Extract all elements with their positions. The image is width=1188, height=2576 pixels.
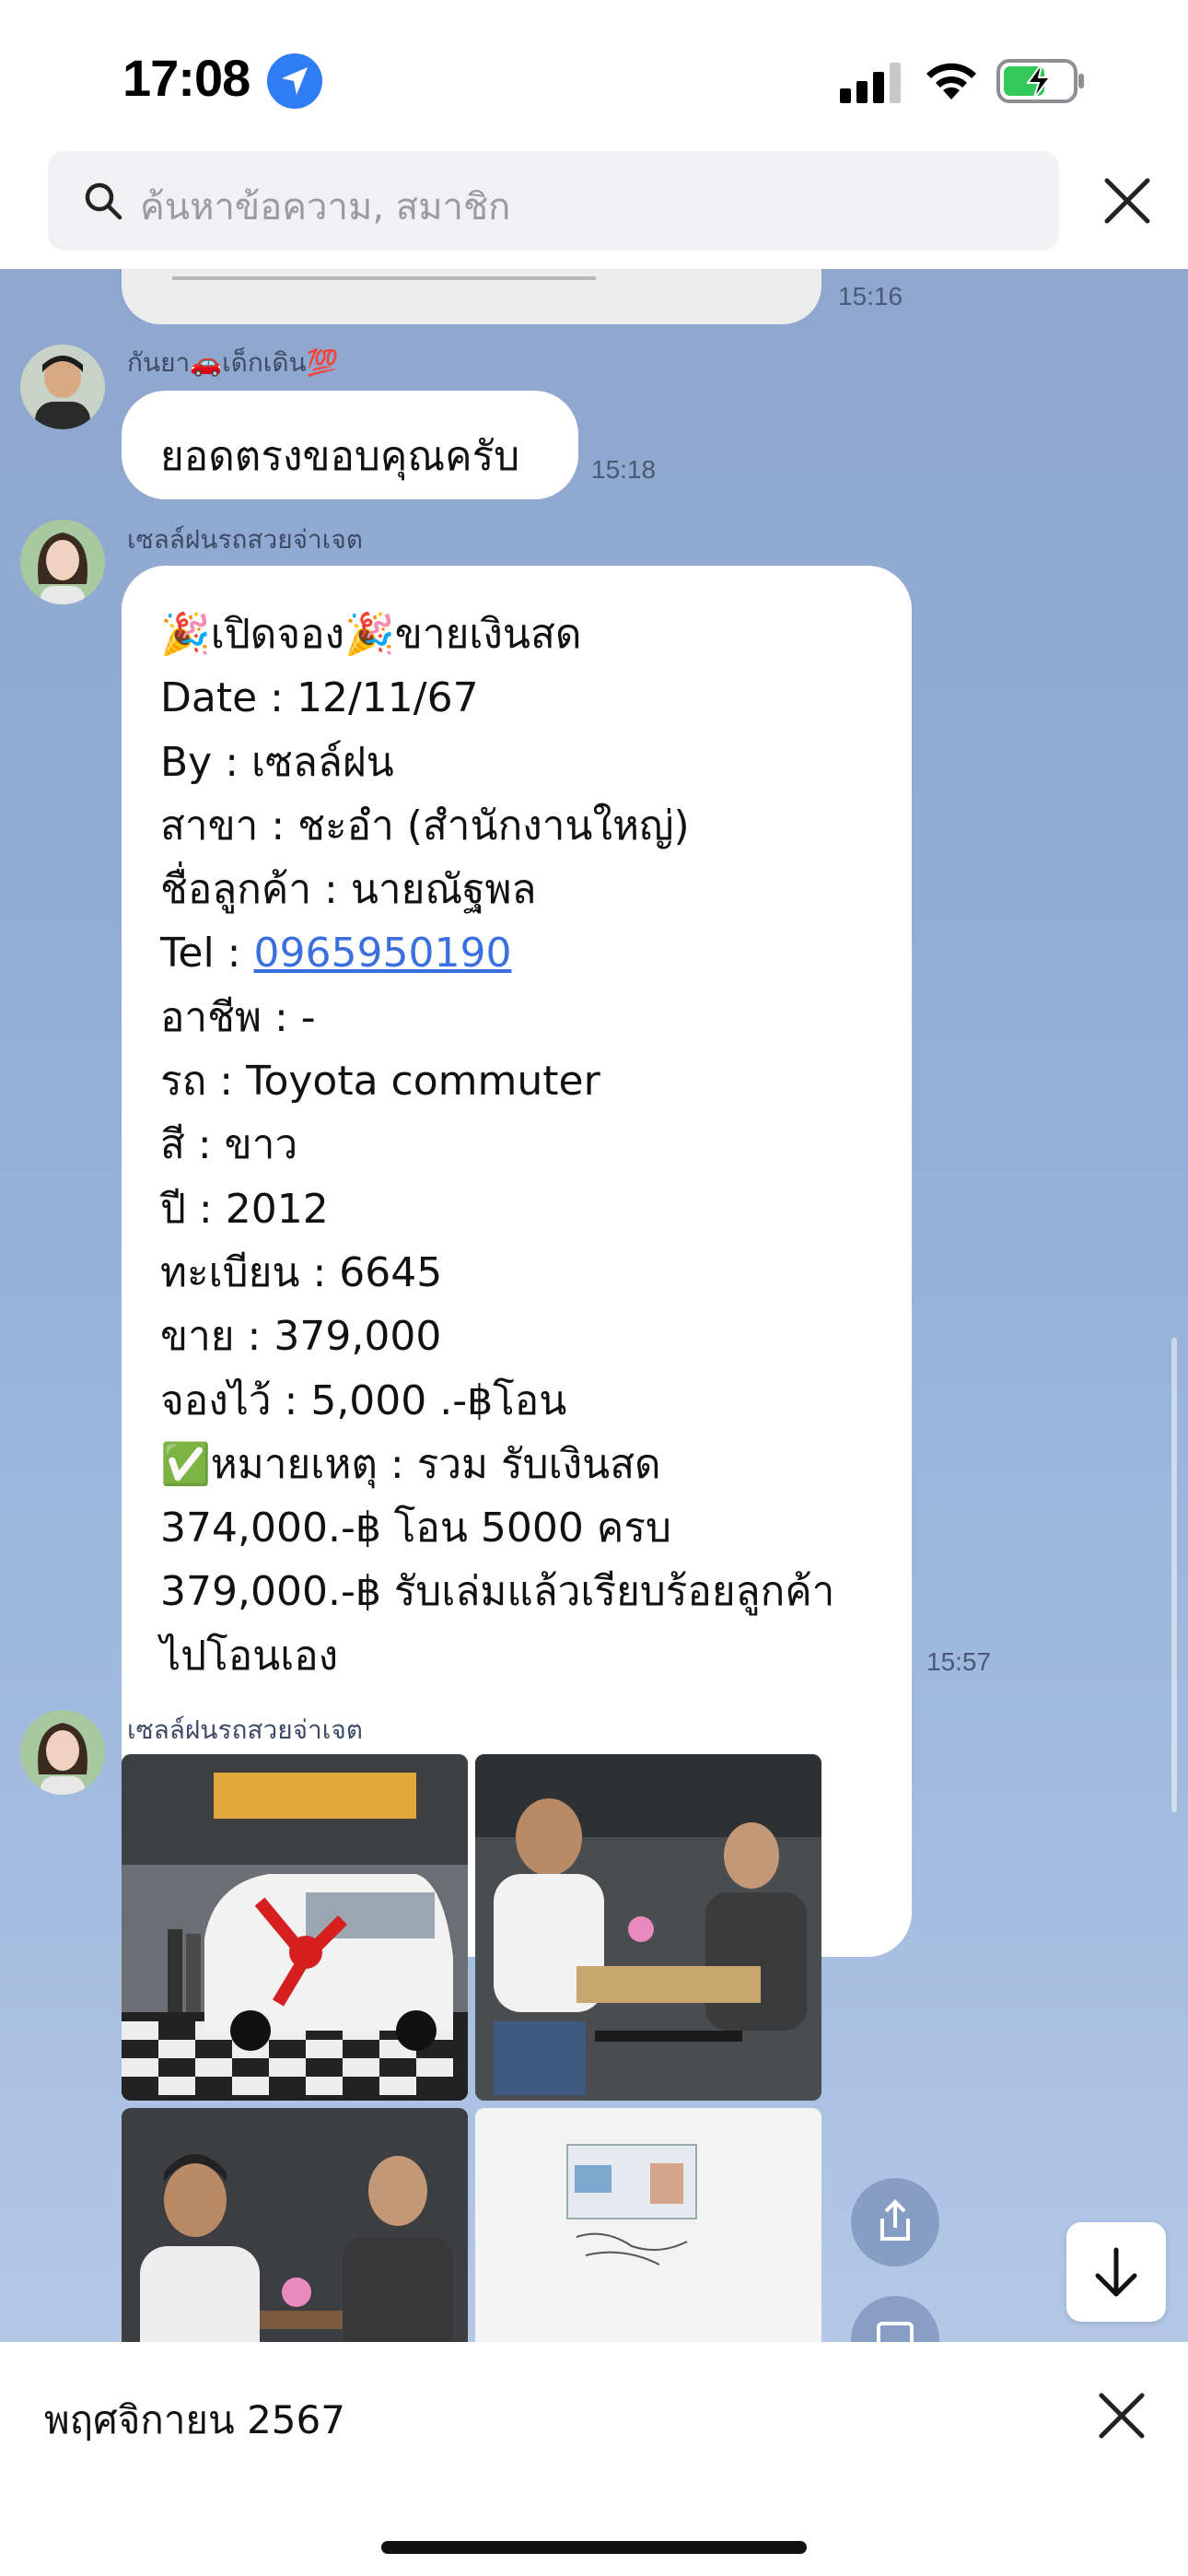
- clock: 17:08: [122, 49, 250, 107]
- sender-name: เซลล์ฝนรถสวยจ่าเจต: [127, 524, 363, 555]
- message-line: ไปโอนเอง: [160, 1632, 339, 1680]
- previous-image-message[interactable]: [122, 269, 821, 324]
- scroll-down-button[interactable]: [1066, 2222, 1166, 2322]
- search-input[interactable]: ค้นหาข้อความ, สมาชิก: [48, 151, 1059, 251]
- avatar[interactable]: [20, 1710, 105, 1795]
- sender-name: เซลล์ฝนรถสวยจ่าเจต: [127, 1715, 363, 1745]
- message-line: ชื่อลูกค้า : นายณัฐพล: [160, 866, 537, 914]
- close-icon[interactable]: [1096, 2390, 1147, 2441]
- message-line: สาขา : ชะอำ (สำนักงานใหญ่): [160, 802, 690, 849]
- message-line: 379,000.-฿ รับเล่มแล้วเรียบร้อยลูกค้า: [160, 1568, 835, 1616]
- message-line: อาชีพ : -: [160, 993, 316, 1041]
- avatar[interactable]: [20, 345, 105, 429]
- message-bubble[interactable]: ยอดตรงขอบคุณครับ: [122, 391, 578, 499]
- phone-link[interactable]: 0965950190: [254, 930, 512, 977]
- save-button[interactable]: [851, 2296, 939, 2342]
- home-indicator[interactable]: [381, 2541, 807, 2554]
- avatar[interactable]: [20, 520, 105, 604]
- chat-area[interactable]: 15:16 กันยา🚗เด็กเดิน💯 ยอดตรงขอบคุณครับ 1…: [0, 269, 1188, 2342]
- message-time: 15:57: [926, 1647, 992, 1676]
- message-line: ✅หมายเหตุ : รวม รับเงินสด: [160, 1440, 661, 1488]
- share-icon: [880, 2199, 910, 2241]
- photo-thumbnail[interactable]: [122, 2108, 468, 2342]
- close-icon[interactable]: [1101, 175, 1153, 227]
- message-line: Date : 12/11/67: [160, 674, 479, 722]
- share-button[interactable]: [851, 2178, 939, 2266]
- date-bar: พฤศจิกายน 2567: [0, 2342, 1188, 2576]
- message-line: ปี : 2012: [160, 1185, 329, 1233]
- message-line: ขาย : 379,000: [160, 1313, 442, 1361]
- signal-icon: [840, 63, 901, 103]
- message-time: 15:16: [838, 282, 903, 310]
- status-bar: 17:08: [0, 0, 1188, 147]
- location-arrow-icon: [267, 53, 322, 109]
- message-line: รถ : Toyota commuter: [160, 1058, 600, 1106]
- message-text: ยอดตรงขอบคุณครับ: [160, 433, 520, 480]
- photo-thumbnail[interactable]: [475, 2108, 821, 2342]
- message-line: Tel : 0965950190: [160, 921, 834, 985]
- photo-thumbnail[interactable]: [122, 1754, 468, 2101]
- message-line: สี : ขาว: [160, 1121, 298, 1169]
- search-placeholder: ค้นหาข้อความ, สมาชิก: [140, 186, 511, 228]
- wifi-icon: [926, 63, 976, 100]
- photo-thumbnail[interactable]: [475, 1754, 821, 2101]
- download-icon: [877, 2322, 914, 2342]
- message-line: By : เซลล์ฝน: [160, 738, 394, 786]
- sender-name: กันยา🚗เด็กเดิน💯: [127, 347, 339, 378]
- message-time: 15:18: [591, 455, 657, 484]
- search-icon: [85, 182, 122, 220]
- battery-charging-icon: [996, 59, 1084, 103]
- arrow-down-icon: [1095, 2247, 1137, 2297]
- message-line: 🎉เปิดจอง🎉ขายเงินสด: [160, 611, 582, 658]
- message-line: 374,000.-฿ โอน 5000 ครบ: [160, 1505, 671, 1552]
- message-line: จองไว้ : 5,000 .-฿โอน: [160, 1376, 567, 1424]
- message-line: ทะเบียน : 6645: [160, 1248, 443, 1296]
- scrollbar[interactable]: [1171, 1338, 1177, 1812]
- month-label[interactable]: พฤศจิกายน 2567: [44, 2390, 345, 2451]
- phone-label: Tel :: [160, 930, 254, 978]
